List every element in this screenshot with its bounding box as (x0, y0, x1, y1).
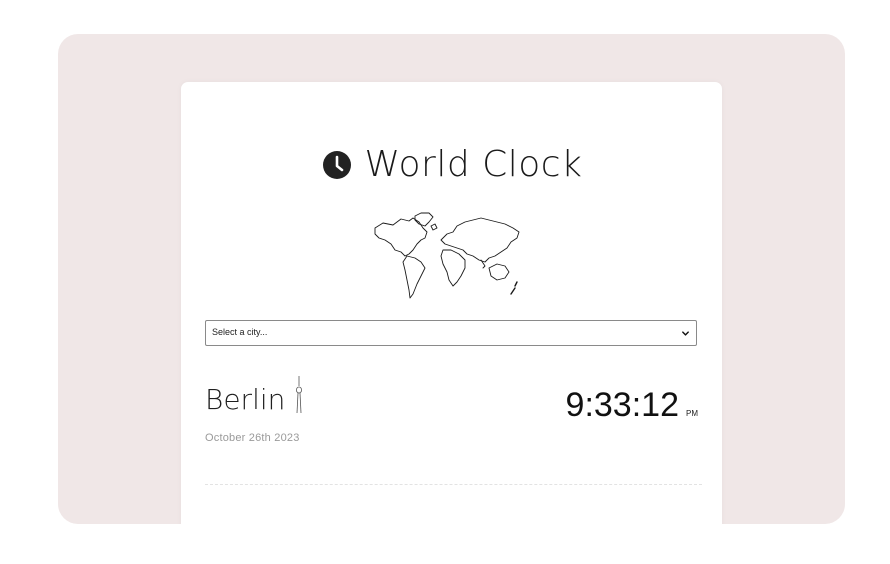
app-frame: World Clock Select a city... Berlin Octo… (58, 34, 845, 524)
city-select[interactable]: Select a city... (205, 320, 697, 346)
divider (205, 484, 702, 485)
clock-icon (322, 150, 351, 179)
current-time: 9:33:12 (565, 386, 679, 424)
time-period: PM (686, 409, 698, 418)
world-clock-card: World Clock Select a city... Berlin Octo… (181, 82, 722, 524)
city-date: October 26th 2023 (205, 432, 300, 444)
header: World Clock (181, 144, 722, 185)
page-title: World Clock (364, 144, 583, 185)
city-name: Berlin (205, 383, 286, 416)
world-map-illustration (374, 212, 520, 299)
city-select-value: Select a city... (212, 327, 268, 337)
chevron-down-icon[interactable] (681, 329, 690, 338)
time-display: 9:33:12 PM (566, 386, 698, 425)
city-row: Berlin (205, 376, 303, 414)
tv-tower-icon (296, 376, 303, 414)
